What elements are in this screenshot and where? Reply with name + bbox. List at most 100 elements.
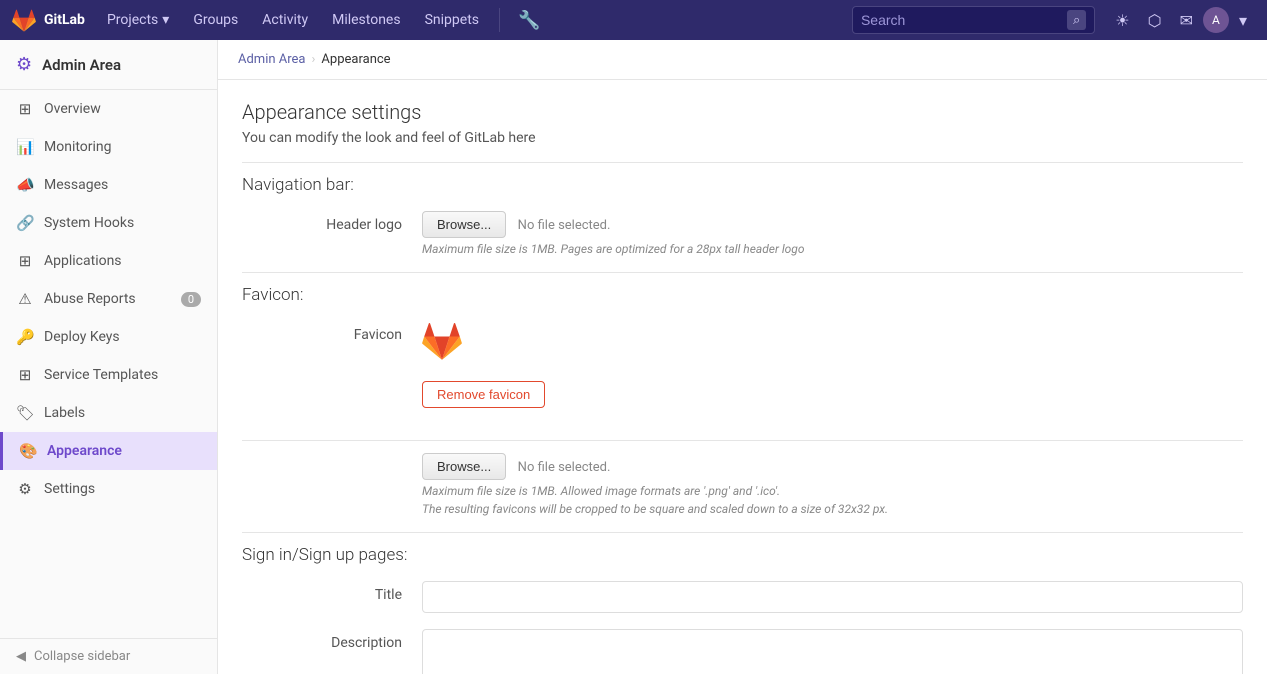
favicon-file-note2: The resulting favicons will be cropped t… [422,502,1243,516]
nav-milestones[interactable]: Milestones [322,8,411,32]
admin-area-icon: ⚙ [16,54,32,75]
favicon-field: Remove favicon [422,321,1243,424]
favicon-section-title: Favicon: [242,285,1243,305]
monitoring-icon: 📊 [16,138,34,156]
sidebar-item-abuse-reports[interactable]: ⚠ Abuse Reports 0 [0,280,217,318]
nav-groups[interactable]: Groups [183,8,248,32]
sidebar-item-service-templates[interactable]: ⊞ Service Templates [0,356,217,394]
nav-icon-buttons: ☀ ⬡ ✉ A ▾ [1107,7,1255,34]
nav-separator [499,8,500,32]
favicon-divider [242,532,1243,533]
navbar-divider [242,272,1243,273]
sidebar-header: ⚙ Admin Area [0,40,217,90]
breadcrumb-current: Appearance [321,52,390,67]
signin-description-field [422,629,1243,674]
user-avatar[interactable]: A [1203,7,1229,33]
sidebar-item-overview-label: Overview [44,101,101,117]
sidebar-item-deploy-keys-label: Deploy Keys [44,329,120,345]
deploy-keys-icon: 🔑 [16,328,34,346]
signin-title-input[interactable] [422,581,1243,613]
sidebar-item-monitoring[interactable]: 📊 Monitoring [0,128,217,166]
sidebar-item-appearance[interactable]: 🎨 Appearance [0,432,217,470]
navbar-section-title: Navigation bar: [242,175,1243,195]
content-area: Appearance settings You can modify the l… [218,80,1267,674]
favicon-file-hint: No file selected. [518,460,611,475]
overview-icon: ⊞ [16,100,34,118]
sidebar-item-deploy-keys[interactable]: 🔑 Deploy Keys [0,318,217,356]
favicon-upload-field: Browse... No file selected. Maximum file… [422,453,1243,516]
appearance-icon: 🎨 [19,442,37,460]
header-logo-browse-button[interactable]: Browse... [422,211,506,238]
sidebar-item-monitoring-label: Monitoring [44,139,112,155]
signin-title-field [422,581,1243,613]
sidebar: ⚙ Admin Area ⊞ Overview 📊 Monitoring 📣 M… [0,40,218,674]
sidebar-item-settings[interactable]: ⚙ Settings [0,470,217,508]
sidebar-item-messages[interactable]: 📣 Messages [0,166,217,204]
favicon-preview [422,321,1243,365]
favicon-browse-button[interactable]: Browse... [422,453,506,480]
sidebar-title: Admin Area [42,56,121,74]
logo-text: GitLab [44,12,85,28]
header-logo-file-hint: No file selected. [518,218,611,233]
abuse-reports-icon: ⚠ [16,290,34,308]
header-logo-file-note: Maximum file size is 1MB. Pages are opti… [422,242,1243,256]
remove-favicon-button[interactable]: Remove favicon [422,381,545,408]
sidebar-item-system-hooks-label: System Hooks [44,215,134,231]
star-icon-btn[interactable]: ☀ [1107,7,1137,34]
header-logo-label: Header logo [242,211,422,233]
collapse-label: Collapse sidebar [34,649,130,664]
signin-title-row: Title [242,581,1243,613]
page-title: Appearance settings [242,100,1243,124]
signin-section-title: Sign in/Sign up pages: [242,545,1243,565]
search-input[interactable] [861,12,1061,28]
breadcrumb: Admin Area › Appearance [218,40,1267,80]
sidebar-item-labels[interactable]: 🏷 Labels [0,394,217,432]
sidebar-item-service-templates-label: Service Templates [44,367,158,383]
title-divider [242,162,1243,163]
sidebar-item-labels-label: Labels [44,405,85,421]
sidebar-item-settings-label: Settings [44,481,95,497]
top-navigation: GitLab Projects ▾ Groups Activity Milest… [0,0,1267,40]
main-layout: ⚙ Admin Area ⊞ Overview 📊 Monitoring 📣 M… [0,40,1267,674]
system-hooks-icon: 🔗 [16,214,34,232]
merge-icon-btn[interactable]: ⬡ [1140,7,1170,34]
favicon-label: Favicon [242,321,422,343]
service-templates-icon: ⊞ [16,366,34,384]
main-content: Admin Area › Appearance Appearance setti… [218,40,1267,674]
sidebar-item-overview[interactable]: ⊞ Overview [0,90,217,128]
sidebar-item-appearance-label: Appearance [47,443,122,459]
messages-icon: 📣 [16,176,34,194]
signin-description-input[interactable] [422,629,1243,674]
sidebar-item-system-hooks[interactable]: 🔗 System Hooks [0,204,217,242]
collapse-sidebar-button[interactable]: ◀ Collapse sidebar [0,638,217,674]
nav-snippets[interactable]: Snippets [415,8,489,32]
search-button[interactable]: ⌕ [1067,10,1086,30]
labels-icon: 🏷 [16,404,34,422]
header-logo-field: Browse... No file selected. Maximum file… [422,211,1243,256]
abuse-reports-badge: 0 [181,292,201,307]
favicon-upload-row: Browse... No file selected. Maximum file… [242,453,1243,516]
signin-description-label: Description [242,629,422,651]
sidebar-item-abuse-reports-label: Abuse Reports [44,291,136,307]
page-description: You can modify the look and feel of GitL… [242,130,1243,146]
favicon-file-note1: Maximum file size is 1MB. Allowed image … [422,484,1243,498]
nav-activity[interactable]: Activity [252,8,318,32]
signin-title-label: Title [242,581,422,603]
sidebar-item-applications-label: Applications [44,253,122,269]
header-logo-row: Header logo Browse... No file selected. … [242,211,1243,256]
settings-icon: ⚙ [16,480,34,498]
search-bar[interactable]: ⌕ [852,6,1095,34]
sidebar-item-messages-label: Messages [44,177,108,193]
todo-icon-btn[interactable]: ✉ [1172,7,1201,34]
collapse-chevron-icon: ◀ [16,649,26,664]
avatar-chevron[interactable]: ▾ [1231,7,1255,34]
breadcrumb-separator: › [312,52,316,67]
breadcrumb-parent-link[interactable]: Admin Area [238,52,306,67]
gitlab-logo[interactable]: GitLab [12,8,85,32]
favicon-upload-label [242,453,422,459]
signin-description-row: Description [242,629,1243,674]
sidebar-item-applications[interactable]: ⊞ Applications [0,242,217,280]
nav-projects[interactable]: Projects ▾ [97,8,179,32]
favicon-mid-divider [242,440,1243,441]
wrench-icon[interactable]: 🔧 [510,6,548,35]
